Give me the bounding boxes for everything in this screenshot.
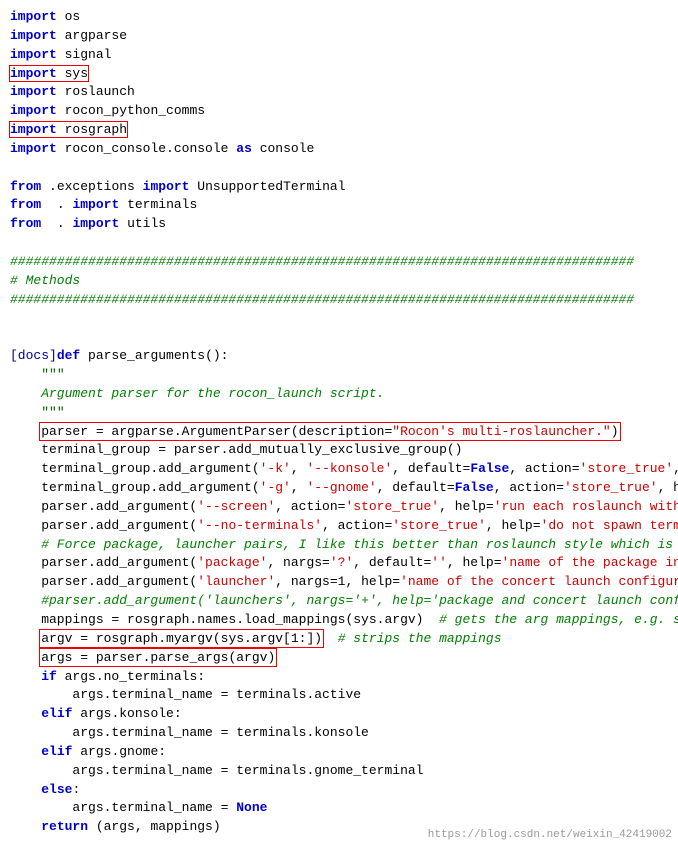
line-25: terminal_group.add_argument('-k', '--kon… <box>10 460 668 479</box>
line-5: import roslaunch <box>10 83 668 102</box>
line-27: parser.add_argument('--screen', action='… <box>10 498 668 517</box>
line-33: mappings = rosgraph.names.load_mappings(… <box>10 611 668 630</box>
line-43: args.terminal_name = None <box>10 799 668 818</box>
line-8: import rocon_console.console as console <box>10 140 668 159</box>
boxed-argv-line: argv = rosgraph.myargv(sys.argv[1:]) <box>41 631 322 646</box>
line-12: from . import utils <box>10 215 668 234</box>
keyword-import: import <box>10 9 57 24</box>
line-10: from .exceptions import UnsupportedTermi… <box>10 178 668 197</box>
line-4: import sys <box>10 65 668 84</box>
line-32: #parser.add_argument('launchers', nargs=… <box>10 592 668 611</box>
keyword-import: import <box>10 47 57 62</box>
line-16: ########################################… <box>10 291 668 310</box>
line-blank-3 <box>10 310 668 329</box>
line-38: elif args.konsole: <box>10 705 668 724</box>
keyword-import: import <box>10 28 57 43</box>
line-21: Argument parser for the rocon_launch scr… <box>10 385 668 404</box>
line-22: """ <box>10 404 668 423</box>
line-7: import rosgraph <box>10 121 668 140</box>
line-14: ########################################… <box>10 253 668 272</box>
line-40: elif args.gnome: <box>10 743 668 762</box>
line-blank-1 <box>10 159 668 178</box>
line-35: args = parser.parse_args(argv) <box>10 649 668 668</box>
boxed-import-rosgraph: import rosgraph <box>10 122 127 137</box>
watermark: https://blog.csdn.net/weixin_42419002 <box>428 829 672 841</box>
line-20: """ <box>10 366 668 385</box>
line-11: from . import terminals <box>10 196 668 215</box>
line-3: import signal <box>10 46 668 65</box>
module-argparse: argparse <box>65 28 127 43</box>
module-signal: signal <box>65 47 112 62</box>
line-23: parser = argparse.ArgumentParser(descrip… <box>10 423 668 442</box>
line-19: [docs]def parse_arguments(): <box>10 347 668 366</box>
line-37: args.terminal_name = terminals.active <box>10 686 668 705</box>
line-42: else: <box>10 781 668 800</box>
boxed-args-line: args = parser.parse_args(argv) <box>41 650 275 665</box>
line-1: import os <box>10 8 668 27</box>
line-2: import argparse <box>10 27 668 46</box>
line-31: parser.add_argument('launcher', nargs=1,… <box>10 573 668 592</box>
boxed-parser-line: parser = argparse.ArgumentParser(descrip… <box>41 424 618 439</box>
line-39: args.terminal_name = terminals.konsole <box>10 724 668 743</box>
line-6: import rocon_python_comms <box>10 102 668 121</box>
line-26: terminal_group.add_argument('-g', '--gno… <box>10 479 668 498</box>
line-30: parser.add_argument('package', nargs='?'… <box>10 554 668 573</box>
line-36: if args.no_terminals: <box>10 668 668 687</box>
line-28: parser.add_argument('--no-terminals', ac… <box>10 517 668 536</box>
docs-decorator: [docs] <box>10 348 57 363</box>
module-os: os <box>65 9 81 24</box>
line-41: args.terminal_name = terminals.gnome_ter… <box>10 762 668 781</box>
line-34: argv = rosgraph.myargv(sys.argv[1:]) # s… <box>10 630 668 649</box>
line-blank-4 <box>10 328 668 347</box>
line-blank-2 <box>10 234 668 253</box>
line-24: terminal_group = parser.add_mutually_exc… <box>10 441 668 460</box>
line-15: # Methods <box>10 272 668 291</box>
code-editor: import os import argparse import signal … <box>0 0 678 845</box>
boxed-import-sys: import sys <box>10 66 88 81</box>
line-29: # Force package, launcher pairs, I like … <box>10 536 668 555</box>
